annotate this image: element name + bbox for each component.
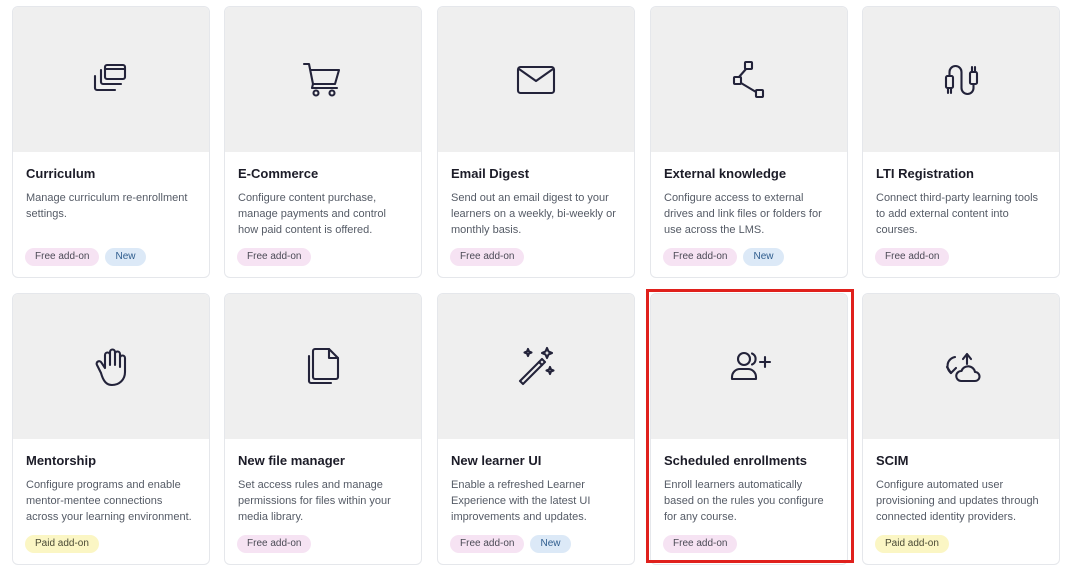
card-external-knowledge[interactable]: External knowledge Configure access to e… (650, 6, 848, 278)
card-scheduled-enrollments[interactable]: Scheduled enrollments Enroll learners au… (650, 293, 848, 565)
card-description: Configure access to external drives and … (664, 192, 822, 236)
waving-hand-icon (95, 347, 127, 386)
card-new-file-manager[interactable]: New file manager Set access rules and ma… (224, 293, 422, 565)
magic-wand-icon (518, 346, 555, 385)
card-title: Scheduled enrollments (664, 453, 808, 468)
card-lti-registration[interactable]: LTI Registration Connect third-party lea… (862, 6, 1060, 278)
layers-icon (93, 63, 127, 91)
card-thumb (225, 294, 421, 439)
card-description: Configure automated user provisioning an… (876, 479, 1039, 523)
card-thumb (13, 294, 209, 439)
free-addon-badge: Free add-on (25, 248, 100, 266)
card-new-learner-ui[interactable]: New learner UI Enable a refreshed Learne… (437, 293, 635, 565)
card-title: SCIM (876, 453, 909, 468)
card-thumb (13, 7, 209, 152)
free-addon-badge: Free add-on (237, 535, 312, 553)
card-title: External knowledge (664, 166, 787, 181)
card-description: Enable a refreshed Learner Experience wi… (451, 479, 591, 523)
card-thumb (863, 7, 1059, 152)
free-addon-badge: Free add-on (450, 248, 525, 266)
card-description: Manage curriculum re-enrollment settings… (26, 192, 188, 220)
card-description: Connect third-party learning tools to ad… (876, 192, 1039, 236)
card-description: Set access rules and manage permissions … (238, 479, 391, 523)
free-addon-badge: Free add-on (237, 248, 312, 266)
card-title: Email Digest (451, 166, 530, 181)
card-thumb (651, 294, 847, 439)
card-thumb (438, 294, 634, 439)
card-e-commerce[interactable]: E-Commerce Configure content purchase, m… (224, 6, 422, 278)
users-plus-icon (730, 351, 772, 380)
paid-addon-badge: Paid add-on (25, 535, 99, 553)
card-description: Send out an email digest to your learner… (451, 192, 616, 236)
card-title: Curriculum (26, 166, 96, 181)
card-thumb (438, 7, 634, 152)
card-description: Configure programs and enable mentor-men… (26, 479, 192, 523)
free-addon-badge: Free add-on (663, 248, 738, 266)
new-badge: New (105, 248, 146, 266)
plug-icon (944, 64, 979, 95)
card-thumb (651, 7, 847, 152)
free-addon-badge: Free add-on (450, 535, 525, 553)
card-email-digest[interactable]: Email Digest Send out an email digest to… (437, 6, 635, 278)
free-addon-badge: Free add-on (663, 535, 738, 553)
card-curriculum[interactable]: Curriculum Manage curriculum re-enrollme… (12, 6, 210, 278)
cloud-sync-icon (945, 352, 981, 382)
files-icon (307, 347, 340, 384)
card-mentorship[interactable]: Mentorship Configure programs and enable… (12, 293, 210, 565)
new-badge: New (530, 535, 571, 553)
card-description: Configure content purchase, manage payme… (238, 192, 386, 236)
cart-icon (302, 62, 341, 97)
free-addon-badge: Free add-on (875, 248, 950, 266)
card-title: New learner UI (451, 453, 542, 468)
card-description: Enroll learners automatically based on t… (664, 479, 824, 523)
paid-addon-badge: Paid add-on (875, 535, 949, 553)
share-nodes-icon (732, 60, 765, 98)
card-thumb (863, 294, 1059, 439)
mail-icon (516, 65, 556, 94)
card-title: New file manager (238, 453, 345, 468)
card-title: Mentorship (26, 453, 97, 468)
card-title: LTI Registration (876, 166, 974, 181)
card-thumb (225, 7, 421, 152)
new-badge: New (743, 248, 784, 266)
card-scim[interactable]: SCIM Configure automated user provisioni… (862, 293, 1060, 565)
card-title: E-Commerce (238, 166, 319, 181)
